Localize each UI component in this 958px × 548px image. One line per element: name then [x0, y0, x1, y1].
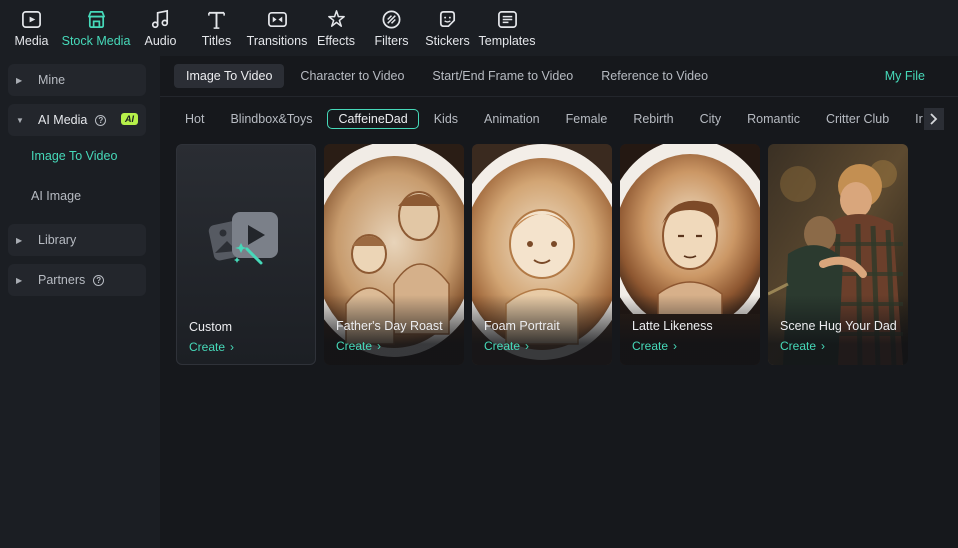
sidebar-item-label: AI Media	[38, 113, 88, 127]
effects-icon	[325, 8, 347, 30]
tab-character-to-video[interactable]: Character to Video	[288, 64, 416, 88]
top-toolbar: Media Stock Media Audio Titles Transitio…	[0, 0, 958, 56]
category-kids[interactable]: Kids	[423, 109, 469, 129]
create-button[interactable]: Create ›	[189, 340, 234, 354]
category-caffeinedad[interactable]: CaffeineDad	[327, 109, 419, 129]
stock-media-icon	[85, 8, 107, 30]
create-button[interactable]: Create ›	[780, 339, 825, 353]
category-hot[interactable]: Hot	[174, 109, 215, 129]
toolbar-templates[interactable]: Templates	[479, 0, 536, 56]
toolbar-audio[interactable]: Audio	[139, 0, 182, 56]
sidebar-item-library[interactable]: ▶ Library	[8, 224, 146, 256]
caret-down-icon: ▼	[16, 115, 24, 125]
sidebar-item-label: Mine	[38, 73, 66, 87]
tab-start-end-frame-to-video[interactable]: Start/End Frame to Video	[420, 64, 585, 88]
create-label: Create	[336, 339, 373, 353]
chevron-right-icon: ›	[673, 339, 678, 353]
stickers-icon	[437, 8, 459, 30]
create-label: Create	[780, 339, 817, 353]
main-panel: Image To Video Character to Video Start/…	[160, 56, 958, 548]
sidebar-item-partners[interactable]: ▶ Partners ?	[8, 264, 146, 296]
sidebar-subitem-ai-image[interactable]: AI Image	[0, 176, 160, 216]
sidebar-item-ai-media[interactable]: ▼ AI Media ? AI	[8, 104, 146, 136]
template-card-foam-portrait[interactable]: Foam Portrait Create ›	[472, 144, 612, 365]
caret-right-icon: ▶	[16, 75, 23, 85]
chevron-right-icon: ›	[525, 339, 530, 353]
category-next-button[interactable]	[924, 108, 944, 130]
category-rebirth[interactable]: Rebirth	[622, 109, 684, 129]
my-file-link[interactable]: My File	[885, 69, 925, 83]
create-button[interactable]: Create ›	[336, 339, 381, 353]
card-title: Custom	[189, 320, 233, 334]
chevron-right-icon: ›	[230, 340, 235, 354]
category-animation[interactable]: Animation	[473, 109, 551, 129]
category-city[interactable]: City	[689, 109, 733, 129]
create-button[interactable]: Create ›	[632, 339, 677, 353]
filters-icon	[381, 8, 403, 30]
sidebar-subitem-image-to-video[interactable]: Image To Video	[0, 136, 160, 176]
card-title: Scene Hug Your Dad	[780, 319, 897, 333]
tab-image-to-video[interactable]: Image To Video	[174, 64, 285, 88]
ai-badge: AI	[121, 113, 138, 125]
toolbar-stickers[interactable]: Stickers	[414, 0, 481, 56]
template-card-custom[interactable]: Custom Create ›	[176, 144, 316, 365]
toolbar-effects[interactable]: Effects	[303, 0, 369, 56]
template-card-fathers-day-roast[interactable]: Father's Day Roast Create ›	[324, 144, 464, 365]
templates-icon	[496, 8, 518, 30]
sidebar-item-label: Partners	[38, 273, 86, 287]
create-label: Create	[484, 339, 521, 353]
create-label: Create	[189, 340, 226, 354]
chevron-right-icon: ›	[377, 339, 382, 353]
toolbar-media[interactable]: Media	[10, 0, 53, 56]
toolbar-titles[interactable]: Titles	[182, 0, 251, 56]
sidebar-item-mine[interactable]: ▶ Mine	[8, 64, 146, 96]
create-button[interactable]: Create ›	[484, 339, 529, 353]
toolbar-filters[interactable]: Filters	[369, 0, 414, 56]
card-title: Latte Likeness	[632, 319, 713, 333]
template-card-latte-likeness[interactable]: Latte Likeness Create ›	[620, 144, 760, 365]
audio-icon	[150, 8, 172, 30]
toolbar-transitions[interactable]: Transitions	[247, 0, 307, 56]
card-title: Father's Day Roast	[336, 319, 443, 333]
category-romantic[interactable]: Romantic	[736, 109, 811, 129]
category-blindbox-toys[interactable]: Blindbox&Toys	[219, 109, 323, 129]
help-icon[interactable]: ?	[95, 114, 107, 126]
card-title: Foam Portrait	[484, 319, 560, 333]
media-icon	[21, 8, 43, 30]
chevron-right-icon: ›	[821, 339, 826, 353]
template-card-scene-hug-your-dad[interactable]: Scene Hug Your Dad Create ›	[768, 144, 908, 365]
caret-right-icon: ▶	[16, 275, 23, 285]
mode-tabs: Image To Video Character to Video Start/…	[174, 64, 724, 88]
toolbar-stock-media[interactable]: Stock Media	[53, 0, 139, 56]
category-critter-club[interactable]: Critter Club	[815, 109, 900, 129]
sidebar-item-label: Library	[38, 233, 77, 247]
caret-right-icon: ▶	[16, 235, 23, 245]
tab-reference-to-video[interactable]: Reference to Video	[589, 64, 720, 88]
create-label: Create	[632, 339, 669, 353]
template-grid: Custom Create › Father's Day Roast Creat…	[176, 144, 916, 365]
transitions-icon	[266, 8, 288, 30]
sidebar: ▶ Mine ▼ AI Media ? AI Image To Video AI…	[0, 56, 160, 548]
category-bar: Hot Blindbox&Toys CaffeineDad Kids Anima…	[174, 108, 944, 130]
category-female[interactable]: Female	[555, 109, 619, 129]
titles-icon	[206, 8, 228, 30]
divider	[160, 96, 958, 97]
chevron-right-icon	[930, 113, 938, 125]
help-icon[interactable]: ?	[93, 274, 105, 286]
